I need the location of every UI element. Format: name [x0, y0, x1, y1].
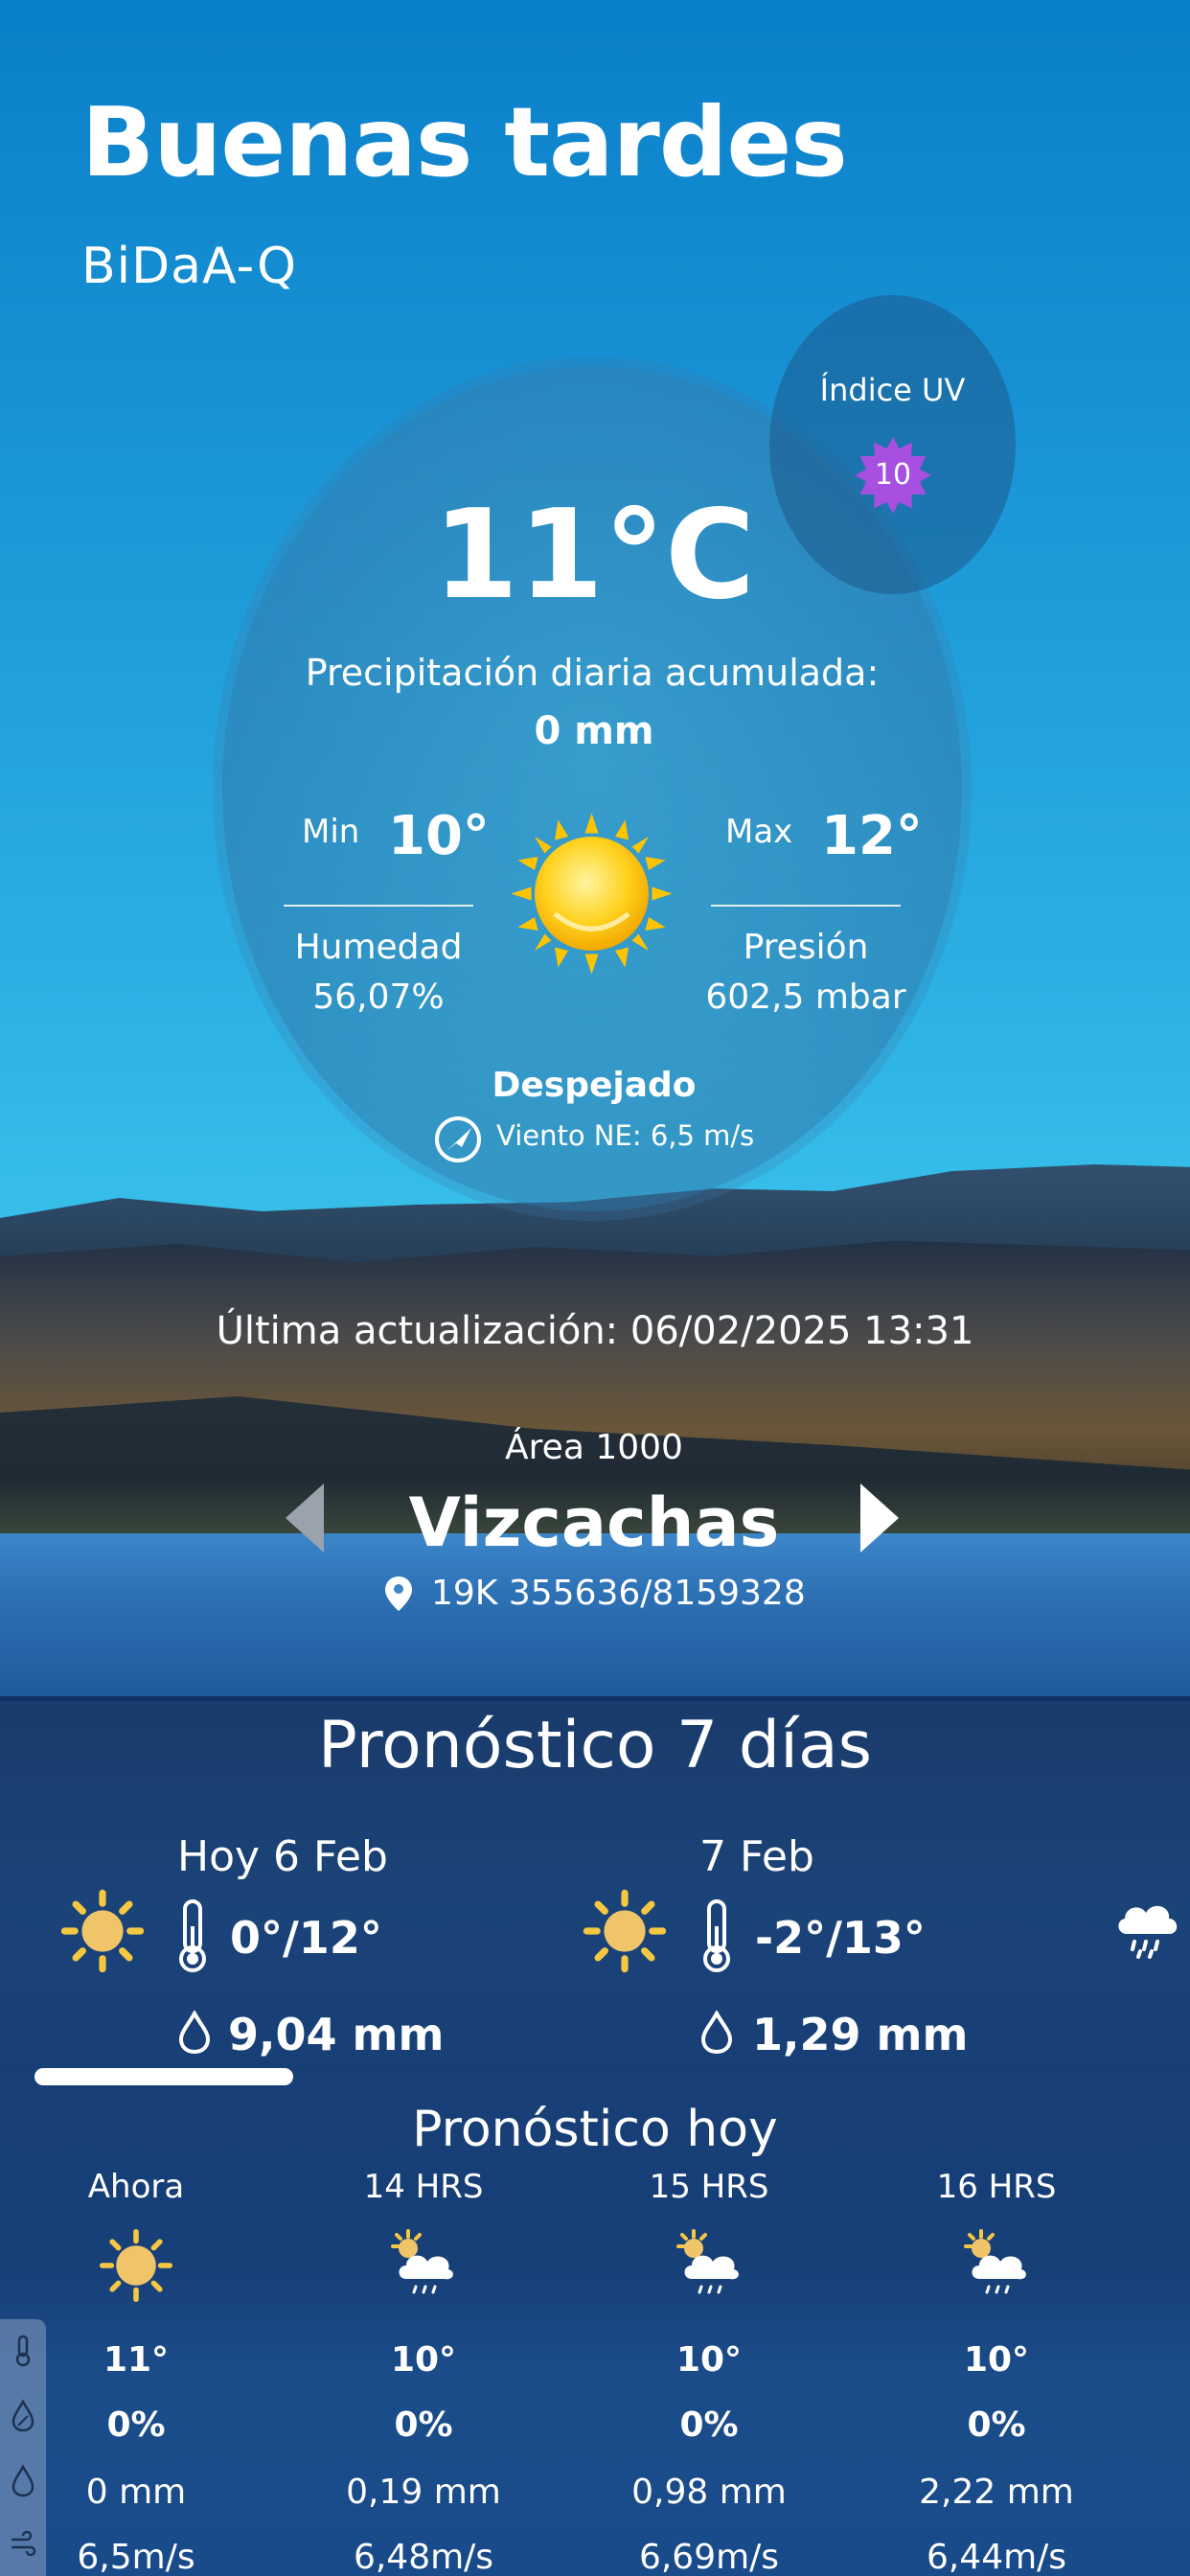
hour-temp: 10° — [675, 2340, 743, 2380]
min-temp-value: 10° — [388, 805, 490, 867]
weather-screen: Buenas tardes BiDaA-Q Índice UV 10 11°C … — [0, 0, 1190, 2576]
condition-text: Despejado — [492, 1066, 697, 1105]
wind-icon — [11, 2530, 36, 2557]
hour-temp: 10° — [963, 2340, 1030, 2380]
hour-precip-mm: 2,22 mm — [919, 2472, 1074, 2512]
max-temp-label: Max — [725, 813, 793, 851]
greeting-title: Buenas tardes — [81, 86, 848, 198]
pressure-value: 602,5 mbar — [705, 978, 906, 1017]
humidity-value: 56,07% — [312, 978, 445, 1017]
max-temp-value: 12° — [821, 805, 923, 867]
hour-wind: 6,48m/s — [353, 2538, 494, 2576]
uv-index-value: 10 — [874, 458, 912, 492]
wind-direction-icon — [435, 1116, 481, 1162]
hour-wind: 6,69m/s — [638, 2538, 780, 2576]
precipitation-label: Precipitación diaria acumulada: — [305, 652, 880, 694]
precipitation-value: 0 mm — [534, 709, 654, 753]
current-temperature: 11°C — [432, 484, 756, 627]
divider-left — [284, 905, 473, 907]
station-name: BiDaA-Q — [81, 238, 298, 295]
humidity-label: Humedad — [294, 928, 463, 967]
location-name: Vizcachas — [408, 1484, 780, 1562]
sun-rain-cloud-icon — [391, 2229, 453, 2294]
hour-precip-probability: 0% — [967, 2405, 1026, 2445]
sun-rain-cloud-icon — [676, 2229, 739, 2294]
hour-precip-probability: 0% — [106, 2405, 166, 2445]
pressure-label: Presión — [743, 928, 869, 967]
sun-icon — [100, 2229, 172, 2302]
location-coordinates: 19K 355636/8159328 — [431, 1574, 806, 1613]
hour-temp: 11° — [103, 2340, 170, 2380]
location-pin-icon — [385, 1576, 412, 1611]
next-location-button[interactable] — [860, 1484, 899, 1552]
hour-label: 15 HRS — [649, 2168, 769, 2206]
hour-label: 14 HRS — [363, 2168, 484, 2206]
sun-rain-cloud-icon — [964, 2229, 1026, 2294]
hour-precip-mm: 0 mm — [85, 2472, 187, 2512]
divider-right — [711, 905, 901, 907]
wind-text: Viento NE: 6,5 m/s — [496, 1119, 755, 1152]
hour-precip-probability: 0% — [394, 2405, 453, 2445]
rain-drop-icon — [11, 2465, 34, 2497]
area-label: Área 1000 — [505, 1428, 683, 1467]
hourly-legend-strip — [0, 2319, 46, 2576]
last-update: Última actualización: 06/02/2025 13:31 — [216, 1309, 974, 1353]
hour-wind: 6,44m/s — [926, 2538, 1067, 2576]
hour-precip-mm: 0,19 mm — [346, 2472, 501, 2512]
thermometer-icon — [15, 2334, 31, 2367]
hour-precip-mm: 0,98 mm — [631, 2472, 787, 2512]
today-forecast-title: Pronóstico hoy — [412, 2101, 778, 2158]
hour-label: Ahora — [87, 2168, 185, 2206]
sun-icon — [511, 813, 673, 975]
rain-probability-icon — [11, 2400, 34, 2432]
hour-wind: 6,5m/s — [77, 2538, 195, 2576]
hour-temp: 10° — [390, 2340, 457, 2380]
hour-precip-probability: 0% — [679, 2405, 739, 2445]
uv-index-label: Índice UV — [819, 372, 966, 408]
hour-label: 16 HRS — [936, 2168, 1057, 2206]
forecast-7-days-title: Pronóstico 7 días — [317, 1708, 873, 1783]
min-temp-label: Min — [302, 813, 360, 851]
